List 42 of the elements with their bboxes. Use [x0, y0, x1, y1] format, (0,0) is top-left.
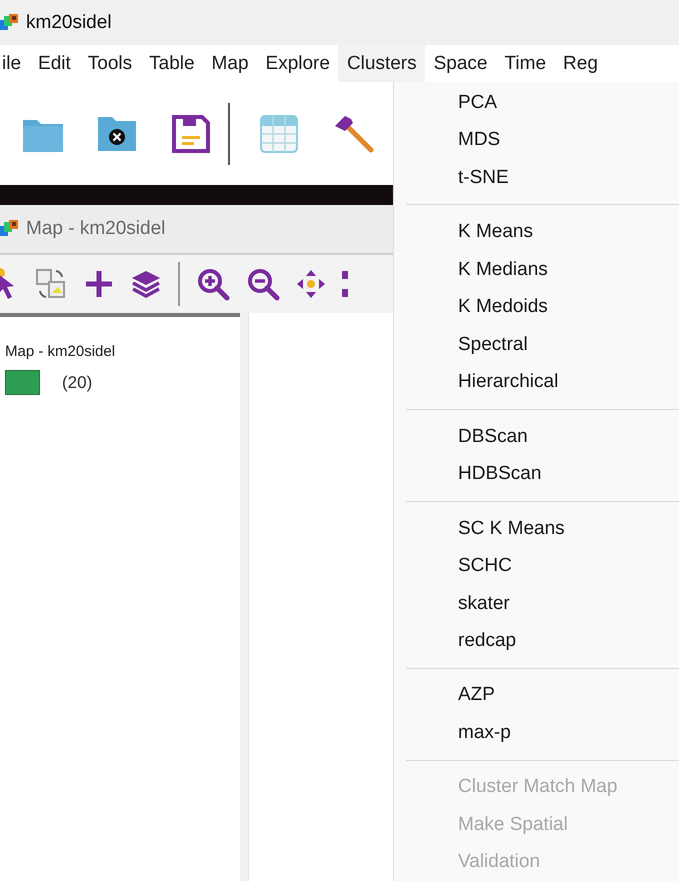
menu-option[interactable]: AZP: [394, 676, 679, 714]
menu-item[interactable]: Edit: [29, 45, 79, 82]
menu-item[interactable]: Table: [140, 45, 203, 82]
menu-option[interactable]: SCHC: [394, 547, 679, 585]
save-icon[interactable]: [171, 114, 211, 154]
folder-close-icon[interactable]: [97, 114, 137, 152]
menu-item[interactable]: Explore: [256, 45, 338, 82]
menu-item[interactable]: Reg: [554, 45, 606, 82]
menu-option: Validation: [394, 844, 679, 881]
menu-option[interactable]: redcap: [394, 622, 679, 660]
menu-option[interactable]: DBScan: [394, 418, 679, 456]
menu-item[interactable]: Tools: [78, 45, 140, 82]
menu-option[interactable]: max-p: [394, 714, 679, 752]
menu-option[interactable]: skater: [394, 584, 679, 622]
menu-item[interactable]: Space: [424, 45, 496, 82]
legend-title: Map - km20sidel: [5, 343, 116, 360]
menu-option[interactable]: HDBScan: [394, 455, 679, 493]
menu-option[interactable]: PCA: [394, 84, 679, 122]
menu-option[interactable]: K Medians: [394, 250, 679, 288]
menu-option[interactable]: t-SNE: [394, 158, 679, 196]
menu-option[interactable]: K Means: [394, 213, 679, 251]
menu-item[interactable]: ile: [0, 45, 30, 82]
window-title: km20sidel: [26, 12, 112, 34]
pan-icon[interactable]: [296, 269, 326, 299]
menu-option[interactable]: MDS: [394, 121, 679, 159]
menu-option[interactable]: K Medoids: [394, 288, 679, 326]
zoom-out-icon[interactable]: [246, 267, 280, 301]
plus-icon[interactable]: [84, 269, 114, 299]
menu-item[interactable]: Clusters: [338, 45, 425, 82]
menu-item[interactable]: Map: [202, 45, 257, 82]
menu-option[interactable]: SC K Means: [394, 510, 679, 548]
fullscreen-icon[interactable]: [342, 269, 350, 299]
layers-icon[interactable]: [130, 269, 162, 299]
menu-item[interactable]: Time: [496, 45, 554, 82]
menu-option[interactable]: Hierarchical: [394, 363, 679, 401]
select-swap-icon[interactable]: [34, 267, 68, 301]
zoom-in-icon[interactable]: [196, 267, 230, 301]
menu-option: Cluster Match Map: [394, 768, 679, 806]
map-window-title: Map - km20sidel: [26, 218, 166, 240]
menu-option[interactable]: Spectral: [394, 326, 679, 364]
legend-label: (20): [62, 372, 92, 392]
menu-option: Make Spatial: [394, 806, 679, 844]
